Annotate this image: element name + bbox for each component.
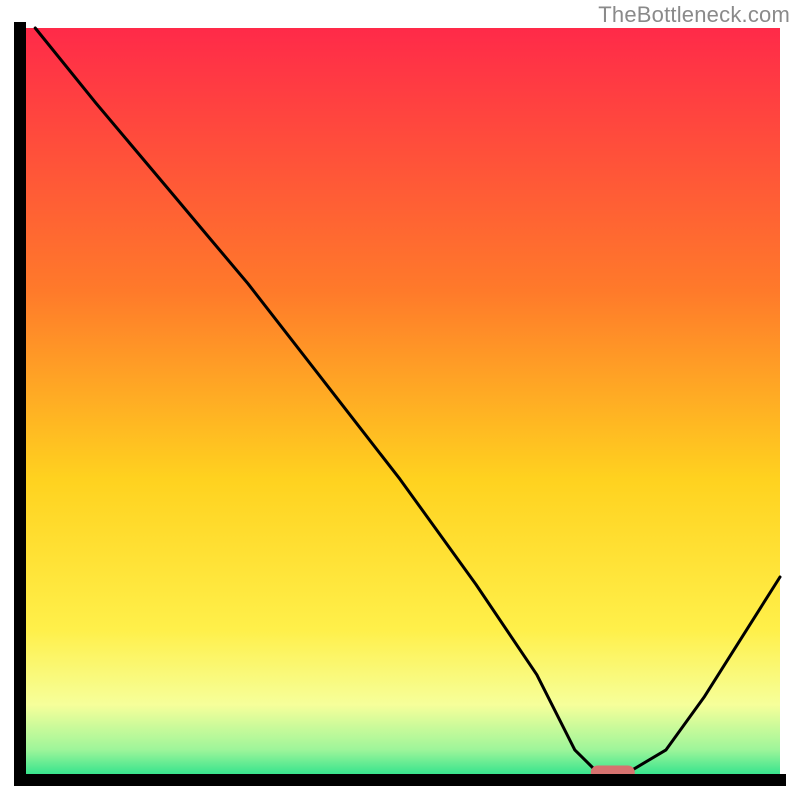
bottleneck-chart: [0, 0, 800, 800]
chart-container: TheBottleneck.com: [0, 0, 800, 800]
